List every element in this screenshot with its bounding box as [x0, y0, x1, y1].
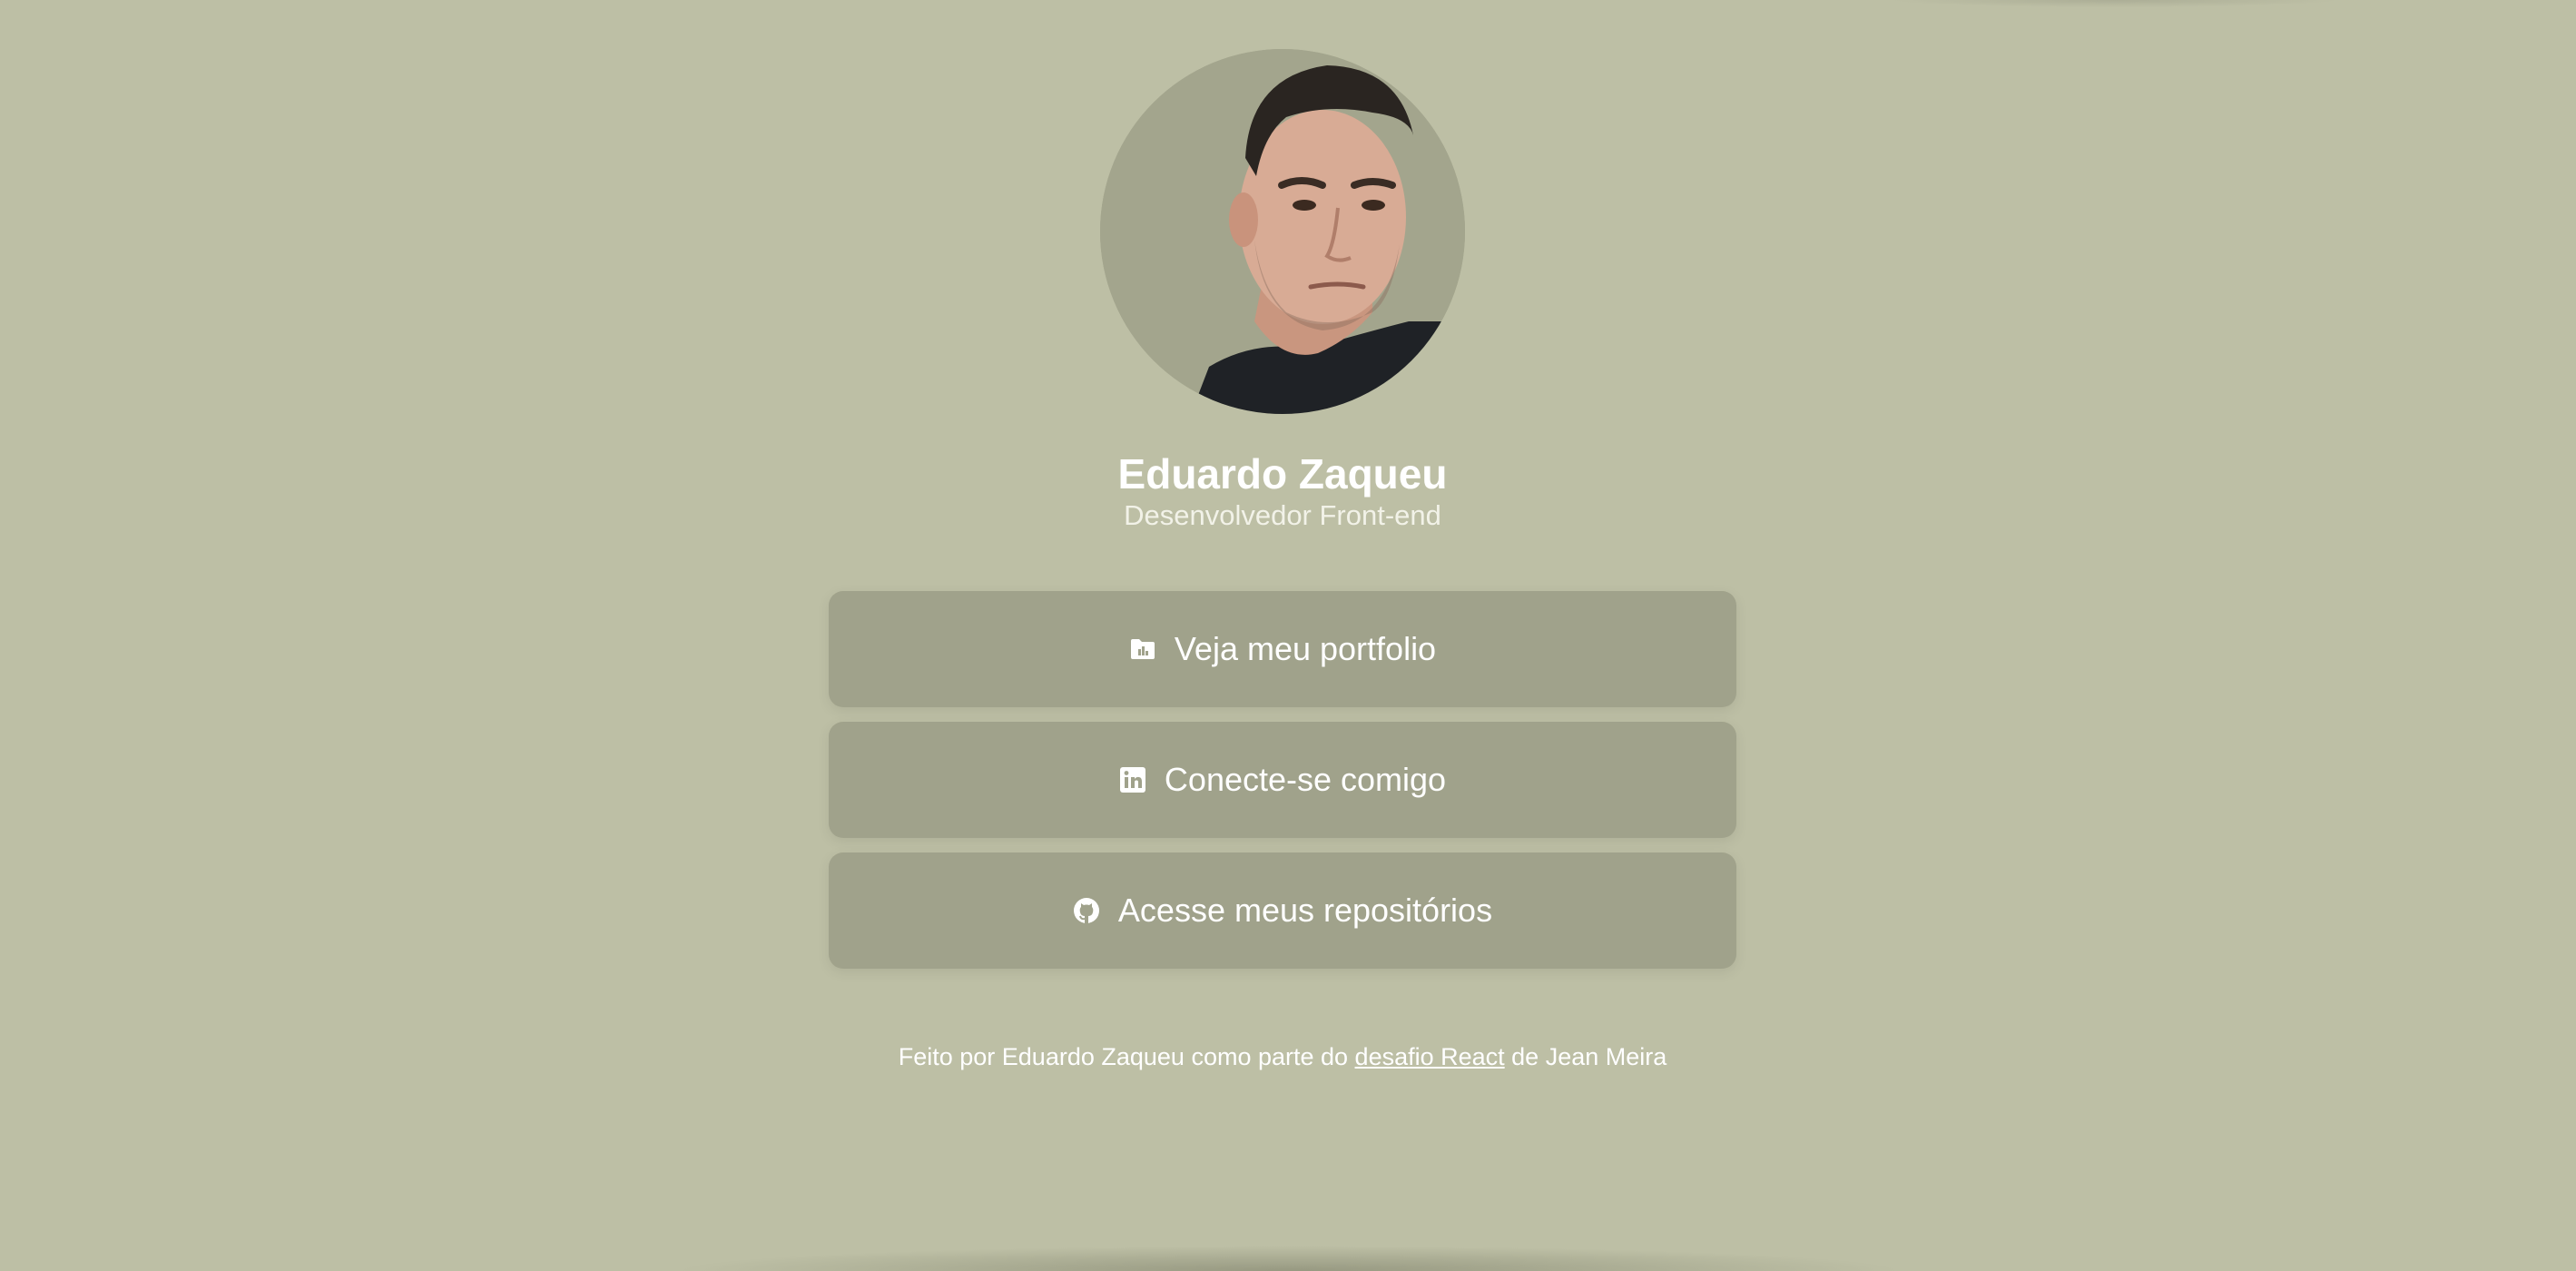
- profile-role: Desenvolvedor Front-end: [1124, 499, 1441, 531]
- link-page: Eduardo Zaqueu Desenvolvedor Front-end V…: [0, 0, 2576, 1271]
- github-icon: [1073, 897, 1100, 924]
- folder-chart-icon: [1129, 636, 1156, 663]
- portfolio-button-label: Veja meu portfolio: [1174, 630, 1437, 667]
- github-button-label: Acesse meus repositórios: [1117, 892, 1493, 929]
- linkedin-button[interactable]: Conecte-se comigo: [829, 722, 1736, 838]
- footer-suffix: de Jean Meira: [1504, 1043, 1667, 1070]
- link-list: Veja meu portfolio Conecte-se comigo Ace…: [829, 591, 1736, 983]
- footer-prefix: Feito por Eduardo Zaqueu como parte do: [898, 1043, 1355, 1070]
- bottom-shadow-decoration: [672, 1246, 1906, 1271]
- github-button[interactable]: Acesse meus repositórios: [829, 852, 1736, 969]
- top-shadow-decoration: [1888, 0, 2342, 7]
- avatar-photo: [1100, 49, 1465, 414]
- desafio-react-link[interactable]: desafio React: [1355, 1043, 1505, 1070]
- avatar: [1100, 49, 1465, 414]
- portfolio-button[interactable]: Veja meu portfolio: [829, 591, 1736, 707]
- linkedin-button-label: Conecte-se comigo: [1164, 761, 1447, 798]
- profile-name: Eduardo Zaqueu: [1117, 450, 1448, 498]
- footer-credit: Feito por Eduardo Zaqueu como parte do d…: [0, 1039, 2565, 1075]
- linkedin-icon: [1119, 766, 1146, 793]
